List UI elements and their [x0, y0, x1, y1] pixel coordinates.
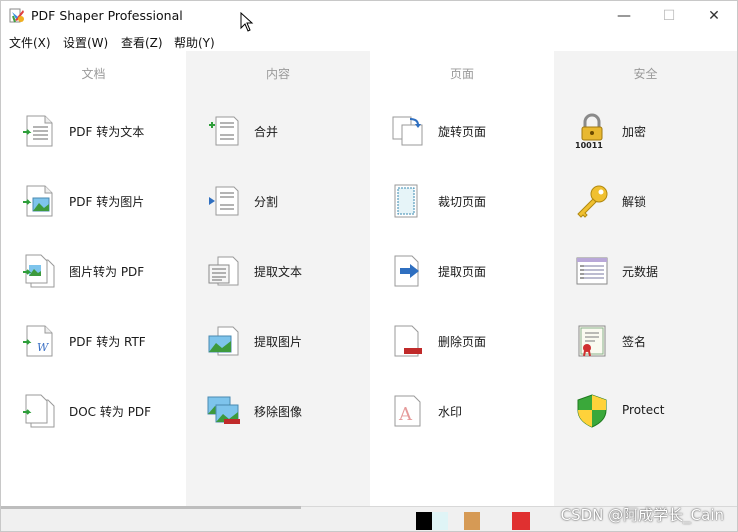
tool-label: 水印 — [438, 405, 463, 419]
tool-label: PDF 转为图片 — [69, 195, 145, 209]
tool-label: 图片转为 PDF — [69, 265, 145, 279]
tool-extract-image[interactable]: 提取图片 — [186, 321, 370, 361]
tool-label: 提取页面 — [438, 265, 487, 279]
merge-icon — [209, 116, 239, 146]
tool-remove-image[interactable]: 移除图像 — [186, 391, 370, 431]
metadata-icon — [576, 257, 608, 285]
tool-metadata[interactable]: 元数据 — [554, 251, 737, 291]
column-title-document: 文档 — [81, 67, 106, 81]
tool-crop-page[interactable]: 裁切页面 — [370, 181, 554, 221]
tool-label: PDF 转为文本 — [69, 125, 145, 139]
remove-image-icon — [207, 396, 240, 424]
svg-text:W: W — [37, 341, 50, 354]
tool-unlock[interactable]: 解锁 — [554, 181, 737, 221]
tool-label: 移除图像 — [254, 405, 303, 419]
tool-pdf-to-text[interactable]: PDF 转为文本 — [1, 111, 185, 151]
extract-text-icon — [208, 256, 239, 286]
color-swatch-orange — [464, 512, 480, 530]
tool-label: 分割 — [254, 195, 279, 209]
rotate-page-icon — [392, 116, 423, 146]
svg-text:A: A — [398, 404, 413, 425]
color-swatch-red — [512, 512, 530, 530]
maximize-button[interactable]: ☐ — [646, 1, 692, 31]
tool-doc-to-pdf[interactable]: DOC 转为 PDF — [1, 391, 185, 431]
tool-columns: 文档 PDF 转为文本 PDF 转为图片 图片转为 PDF W PDF 转为 R… — [1, 51, 737, 506]
color-swatch-black — [416, 512, 432, 530]
extract-page-icon — [394, 255, 419, 287]
column-security: 安全 10011 加密 解锁 元数据 签名 Protect — [554, 51, 737, 506]
tool-label: 签名 — [622, 335, 647, 349]
tool-split[interactable]: 分割 — [186, 181, 370, 221]
window-title: PDF Shaper Professional — [31, 8, 183, 23]
tool-protect[interactable]: Protect — [554, 391, 737, 431]
pdf-to-text-icon — [23, 115, 53, 147]
menu-bar: 文件(X) 设置(W) 查看(Z) 帮助(Y) — [1, 31, 737, 51]
tool-label: 合并 — [254, 125, 279, 139]
tool-label: DOC 转为 PDF — [69, 405, 152, 419]
tool-label: 提取文本 — [254, 265, 303, 279]
tool-label: 提取图片 — [254, 335, 303, 349]
minimize-button[interactable]: — — [601, 1, 647, 31]
column-content: 内容 合并 分割 提取文本 提取图片 移除图像 — [186, 51, 370, 506]
tool-label: Protect — [622, 403, 665, 417]
tool-delete-page[interactable]: 删除页面 — [370, 321, 554, 361]
signature-certificate-icon — [578, 325, 606, 357]
tool-watermark[interactable]: A 水印 — [370, 391, 554, 431]
app-window: PDF Shaper Professional — ☐ ✕ 文件(X) 设置(W… — [0, 0, 738, 532]
title-bar: PDF Shaper Professional — ☐ ✕ — [1, 1, 737, 31]
mouse-cursor-icon — [240, 12, 254, 32]
color-swatch-cyan — [432, 512, 448, 530]
tool-label: 加密 — [622, 125, 647, 139]
minimize-icon: — — [617, 8, 631, 24]
tool-pdf-to-rtf[interactable]: W PDF 转为 RTF — [1, 321, 185, 361]
column-pages: 页面 旋转页面 裁切页面 提取页面 删除页面 A 水印 — [370, 51, 554, 506]
unlock-key-icon — [577, 185, 608, 218]
tool-label: 删除页面 — [438, 335, 487, 349]
protect-shield-icon — [577, 394, 607, 428]
watermark-text: CSDN @阿成学长_Cain — [560, 506, 724, 524]
tool-label: 解锁 — [622, 195, 647, 209]
tool-merge[interactable]: 合并 — [186, 111, 370, 151]
split-icon — [209, 186, 239, 216]
app-logo-icon — [9, 8, 24, 23]
tool-rotate-page[interactable]: 旋转页面 — [370, 111, 554, 151]
close-icon: ✕ — [708, 8, 720, 24]
maximize-icon: ☐ — [662, 8, 676, 24]
tool-extract-page[interactable]: 提取页面 — [370, 251, 554, 291]
menu-help[interactable]: 帮助(Y) — [174, 34, 215, 51]
tool-label: 裁切页面 — [438, 195, 487, 209]
extract-image-icon — [208, 326, 239, 356]
pdf-to-image-icon — [23, 185, 53, 217]
column-document: 文档 PDF 转为文本 PDF 转为图片 图片转为 PDF W PDF 转为 R… — [1, 51, 186, 506]
doc-to-pdf-icon — [23, 394, 55, 428]
svg-text:10011: 10011 — [575, 141, 603, 149]
tool-pdf-to-image[interactable]: PDF 转为图片 — [1, 181, 185, 221]
tool-extract-text[interactable]: 提取文本 — [186, 251, 370, 291]
delete-page-icon — [394, 325, 422, 357]
tool-encrypt[interactable]: 10011 加密 — [554, 111, 737, 151]
menu-view[interactable]: 查看(Z) — [121, 34, 163, 51]
close-button[interactable]: ✕ — [691, 1, 737, 31]
horizontal-scrollbar[interactable] — [1, 506, 301, 509]
column-title-security: 安全 — [633, 67, 658, 81]
crop-page-icon — [394, 184, 418, 218]
pdf-to-rtf-icon: W — [23, 325, 53, 357]
image-to-pdf-icon — [23, 254, 55, 288]
tool-label: 元数据 — [622, 265, 659, 279]
watermark-icon: A — [394, 395, 421, 427]
tool-signature[interactable]: 签名 — [554, 321, 737, 361]
column-title-content: 内容 — [265, 67, 290, 81]
tool-image-to-pdf[interactable]: 图片转为 PDF — [1, 251, 185, 291]
menu-settings[interactable]: 设置(W) — [63, 34, 108, 51]
tool-label: PDF 转为 RTF — [69, 335, 146, 349]
tool-label: 旋转页面 — [438, 125, 487, 139]
encrypt-lock-icon: 10011 — [575, 113, 603, 149]
column-title-pages: 页面 — [449, 67, 474, 81]
menu-file[interactable]: 文件(X) — [9, 34, 51, 51]
